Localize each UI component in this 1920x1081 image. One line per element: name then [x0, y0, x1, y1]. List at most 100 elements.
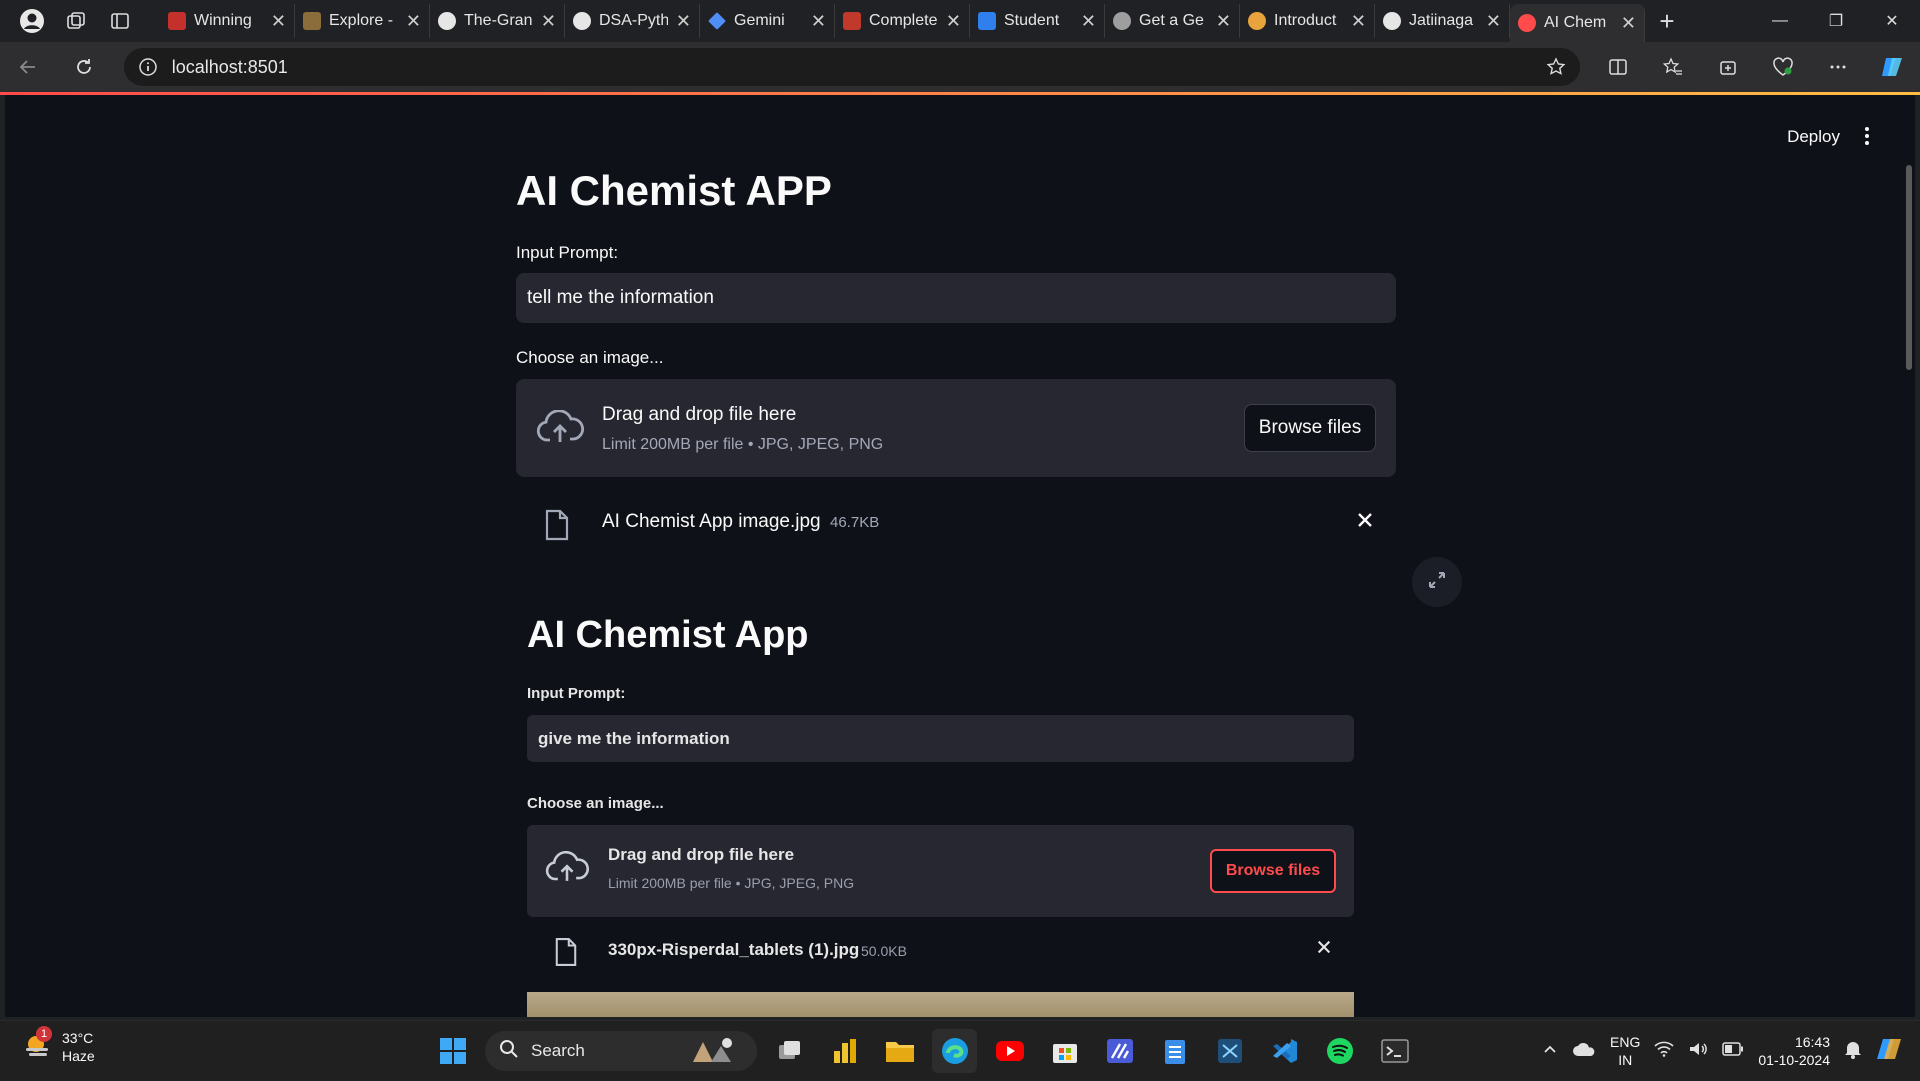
deploy-button[interactable]: Deploy [1787, 127, 1840, 147]
minimize-icon[interactable]: — [1752, 0, 1808, 42]
tab-close-icon[interactable]: ✕ [1351, 11, 1366, 32]
input-prompt-value: tell me the information [527, 287, 714, 308]
search-highlight-icon [685, 1034, 743, 1069]
page-scrollbar[interactable] [1906, 165, 1912, 370]
battery-icon[interactable] [1722, 1041, 1744, 1061]
youtube-favicon-icon [168, 12, 186, 30]
preview-dropzone-limit: Limit 200MB per file • JPG, JPEG, PNG [608, 875, 855, 891]
window-close-icon[interactable]: ✕ [1864, 0, 1920, 42]
microsoft-store-icon[interactable] [1042, 1029, 1087, 1073]
remove-file-icon[interactable] [1356, 511, 1374, 534]
snipping-tool-icon[interactable] [1207, 1029, 1252, 1073]
weather-desc: Haze [62, 1048, 95, 1064]
fullscreen-image-button[interactable] [1412, 557, 1462, 607]
tab-5[interactable]: Complete ✕ [835, 4, 970, 38]
weather-hazy-sun-icon: 1 [22, 1025, 52, 1065]
copilot-taskbar-icon[interactable] [1876, 1034, 1906, 1069]
copilot-icon[interactable] [1865, 42, 1920, 92]
show-hidden-icons-chevron-icon[interactable] [1542, 1041, 1558, 1062]
address-bar[interactable]: localhost:8501 [123, 48, 1581, 86]
tab-close-icon[interactable]: ✕ [946, 11, 961, 32]
preview-input-field: give me the information [527, 715, 1354, 762]
tab-0[interactable]: Winning ✕ [160, 4, 295, 38]
tab-close-icon[interactable]: ✕ [1081, 11, 1096, 32]
tab-close-icon[interactable]: ✕ [1216, 11, 1231, 32]
input-prompt-field[interactable]: tell me the information [516, 273, 1396, 323]
input-language-indicator[interactable]: ENG IN [1610, 1033, 1640, 1069]
preview-title: AI Chemist App [527, 614, 809, 656]
browser-essentials-icon[interactable] [1755, 42, 1810, 92]
uploader-label: Choose an image... [516, 348, 664, 367]
tab-close-icon[interactable]: ✕ [1486, 11, 1501, 32]
tab-close-icon[interactable]: ✕ [406, 11, 421, 32]
tab-label: AI Chem [1544, 14, 1607, 31]
task-view-icon[interactable] [767, 1029, 812, 1073]
tab-3[interactable]: DSA-Pyth ✕ [565, 4, 700, 38]
restore-icon[interactable]: ❐ [1808, 0, 1864, 42]
tab-close-icon[interactable]: ✕ [271, 11, 286, 32]
favorites-icon[interactable] [1645, 42, 1700, 92]
tab-7[interactable]: Get a Ge ✕ [1105, 4, 1240, 38]
taskbar-apps: Search [430, 1029, 1417, 1073]
spotify-icon[interactable] [1317, 1029, 1362, 1073]
more-options-icon[interactable] [1810, 42, 1865, 92]
tab-close-icon[interactable]: ✕ [811, 11, 826, 32]
weather-badge: 1 [36, 1025, 52, 1042]
taskbar-search[interactable]: Search [485, 1031, 757, 1071]
google-favicon-icon [1113, 12, 1131, 30]
clock-time: 16:43 [1794, 1034, 1830, 1050]
notification-bell-icon[interactable] [1844, 1039, 1862, 1064]
back-icon[interactable] [0, 42, 56, 92]
preview-remove-file-icon [1316, 939, 1332, 960]
refresh-icon[interactable] [56, 42, 112, 92]
site-info-icon[interactable] [138, 57, 158, 77]
tab-1[interactable]: Explore - ✕ [295, 4, 430, 38]
tab-active[interactable]: AI Chem ✕ [1510, 4, 1645, 42]
vertical-tabs-icon[interactable] [98, 0, 142, 42]
edge-browser-icon[interactable] [932, 1029, 977, 1073]
browser-tools [1590, 42, 1920, 92]
tab-6[interactable]: Student ✕ [970, 4, 1105, 38]
split-screen-icon[interactable] [1590, 42, 1645, 92]
taskbar-clock[interactable]: 16:43 01-10-2024 [1758, 1033, 1830, 1069]
weather-widget[interactable]: 1 33°C Haze [22, 1025, 95, 1065]
file-dropzone[interactable]: Drag and drop file here Limit 200MB per … [516, 379, 1396, 477]
new-tab-button[interactable]: + [1645, 0, 1689, 42]
workspaces-icon[interactable] [54, 0, 98, 42]
streamlit-favicon-icon [1518, 14, 1536, 32]
youtube-app-icon[interactable] [987, 1029, 1032, 1073]
tab-4[interactable]: Gemini ✕ [700, 4, 835, 38]
powerautomate-icon[interactable] [1097, 1029, 1142, 1073]
onedrive-cloud-icon[interactable] [1572, 1041, 1596, 1062]
preview-dropzone-title: Drag and drop file here [608, 845, 795, 864]
uploaded-file-size: 46.7KB [830, 514, 880, 531]
uploaded-file-name: AI Chemist App image.jpg [602, 511, 821, 532]
weather-text: 33°C Haze [62, 1029, 95, 1065]
tab-2[interactable]: The-Gran ✕ [430, 4, 565, 38]
widgets-icon[interactable] [822, 1029, 867, 1073]
vscode-icon[interactable] [1262, 1029, 1307, 1073]
tab-9[interactable]: Jatiinaga ✕ [1375, 4, 1510, 38]
site-favicon-icon [978, 12, 996, 30]
terminal-icon[interactable] [1372, 1029, 1417, 1073]
file-explorer-icon[interactable] [877, 1029, 922, 1073]
volume-icon[interactable] [1688, 1041, 1708, 1062]
wifi-icon[interactable] [1654, 1041, 1674, 1062]
start-windows-icon[interactable] [430, 1029, 475, 1073]
browse-files-button[interactable]: Browse files [1244, 404, 1376, 452]
tab-close-icon[interactable]: ✕ [1621, 13, 1636, 34]
github-favicon-icon [1383, 12, 1401, 30]
tab-close-icon[interactable]: ✕ [676, 11, 691, 32]
favorite-star-icon[interactable] [1546, 57, 1566, 77]
collections-icon[interactable] [1700, 42, 1755, 92]
streamlit-app: Deploy AI Chemist APP Input Prompt: tell… [5, 95, 1915, 1017]
address-url[interactable]: localhost:8501 [172, 57, 1532, 78]
tab-label: Introduct [1274, 12, 1337, 29]
tab-close-icon[interactable]: ✕ [541, 11, 556, 32]
profile-icon[interactable] [10, 0, 54, 42]
main-menu-icon[interactable] [1863, 125, 1871, 147]
windows-taskbar: 1 33°C Haze Search ENG IN 16:43 01-10-20… [0, 1020, 1920, 1080]
preview-input-label: Input Prompt: [527, 685, 626, 702]
notepad-icon[interactable] [1152, 1029, 1197, 1073]
tab-8[interactable]: Introduct ✕ [1240, 4, 1375, 38]
